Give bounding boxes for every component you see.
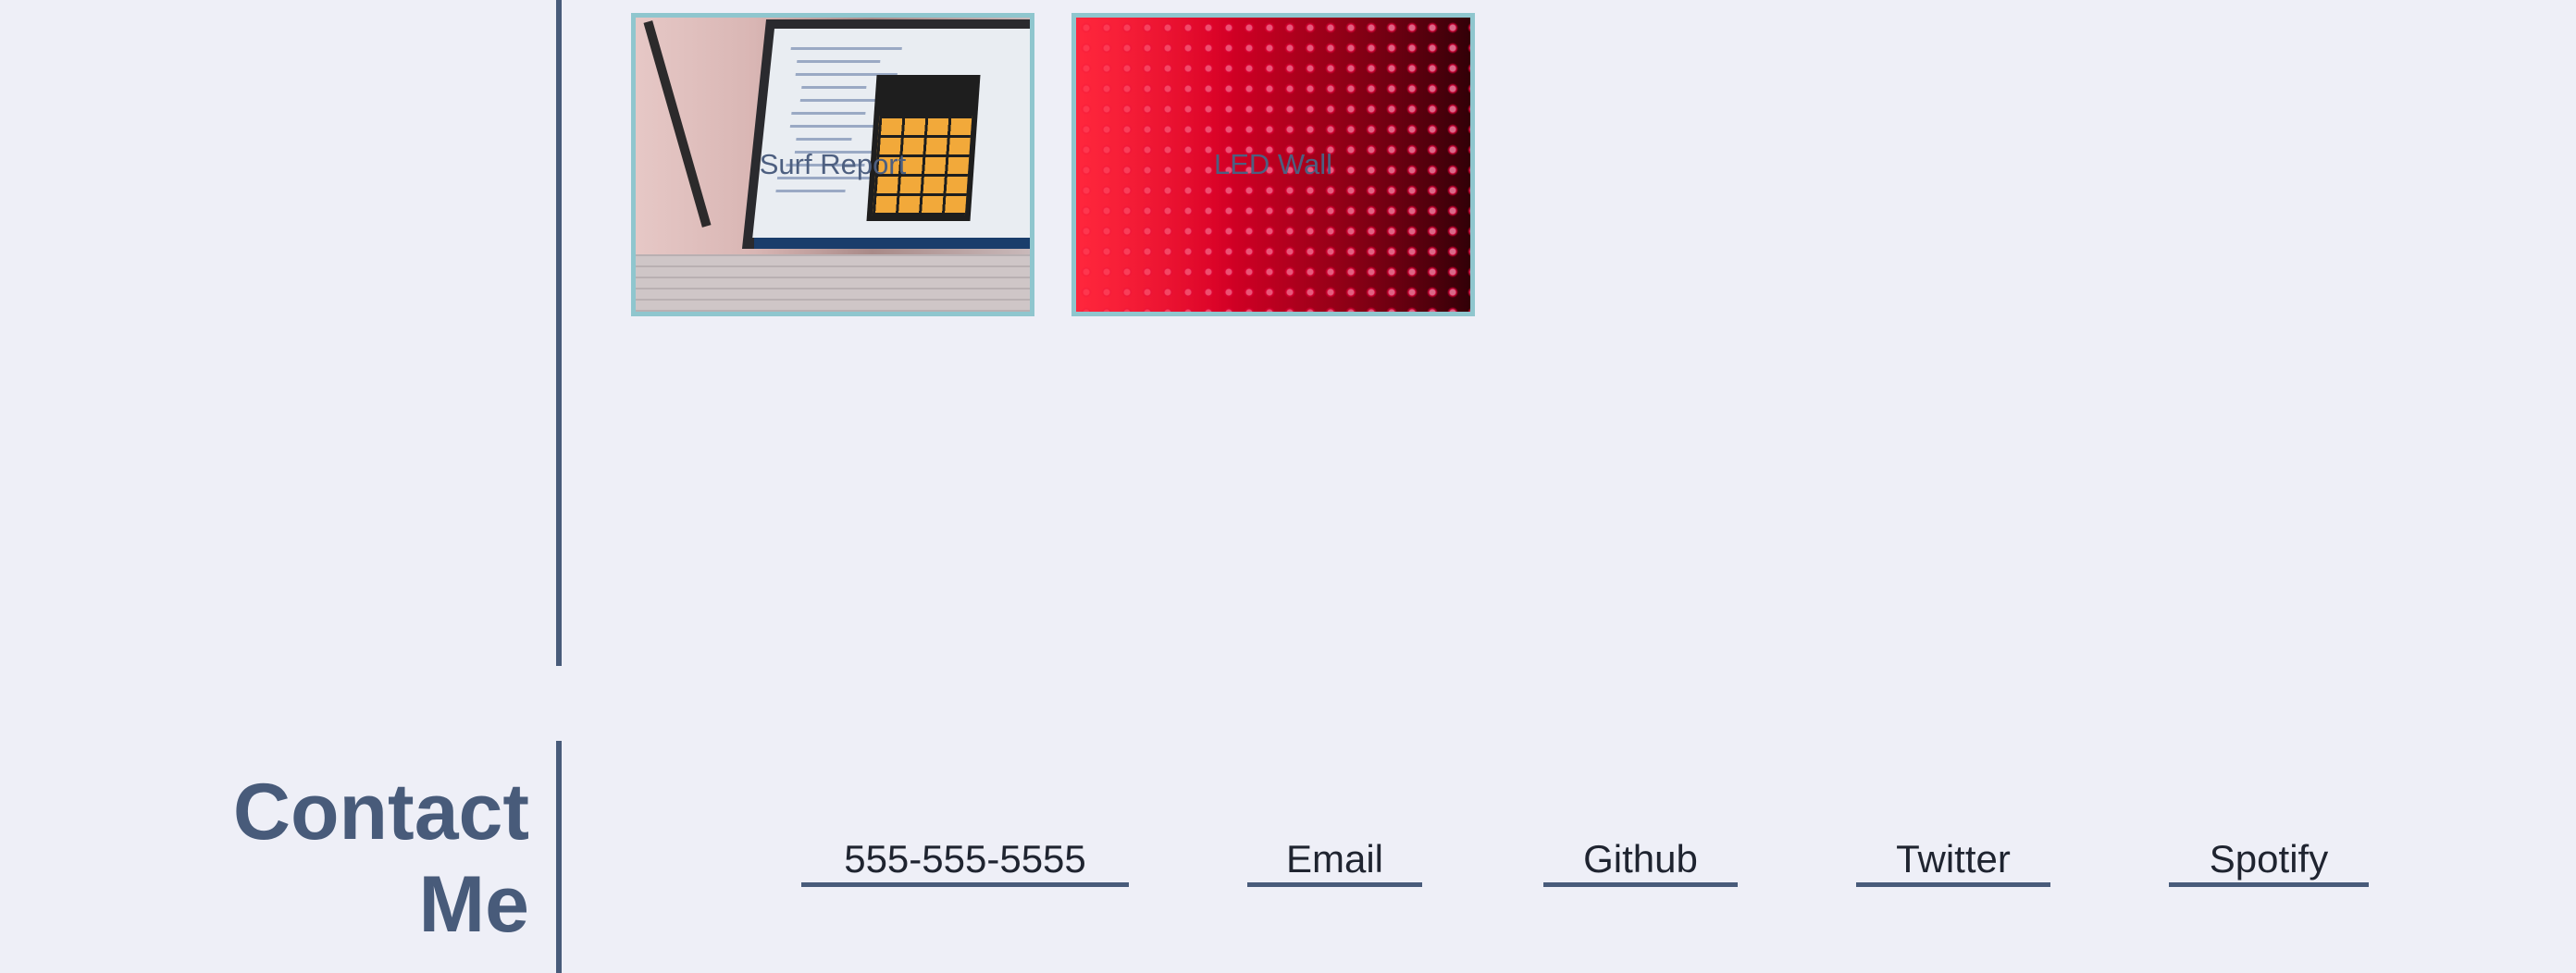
contact-heading-line1: Contact bbox=[232, 768, 529, 856]
section-divider bbox=[556, 741, 562, 973]
github-link[interactable]: Github bbox=[1543, 837, 1738, 887]
keyboard bbox=[636, 254, 1030, 312]
contact-heading-line2: Me bbox=[418, 860, 529, 949]
project-card-surf-report[interactable]: Surf Report bbox=[631, 13, 1034, 316]
project-label: LED Wall bbox=[1213, 148, 1333, 180]
spotify-link[interactable]: Spotify bbox=[2169, 837, 2369, 887]
phone-link[interactable]: 555-555-5555 bbox=[801, 837, 1129, 887]
section-divider bbox=[556, 0, 562, 666]
email-link[interactable]: Email bbox=[1247, 837, 1422, 887]
lamp-shape bbox=[643, 20, 712, 228]
page: Surf Report LED Wall Contact Me 555-555-… bbox=[0, 0, 2576, 973]
project-label: Surf Report bbox=[759, 148, 907, 180]
twitter-link[interactable]: Twitter bbox=[1856, 837, 2050, 887]
contact-heading: Contact Me bbox=[233, 766, 529, 951]
project-card-led-wall[interactable]: LED Wall bbox=[1071, 13, 1475, 316]
taskbar bbox=[754, 238, 1030, 249]
